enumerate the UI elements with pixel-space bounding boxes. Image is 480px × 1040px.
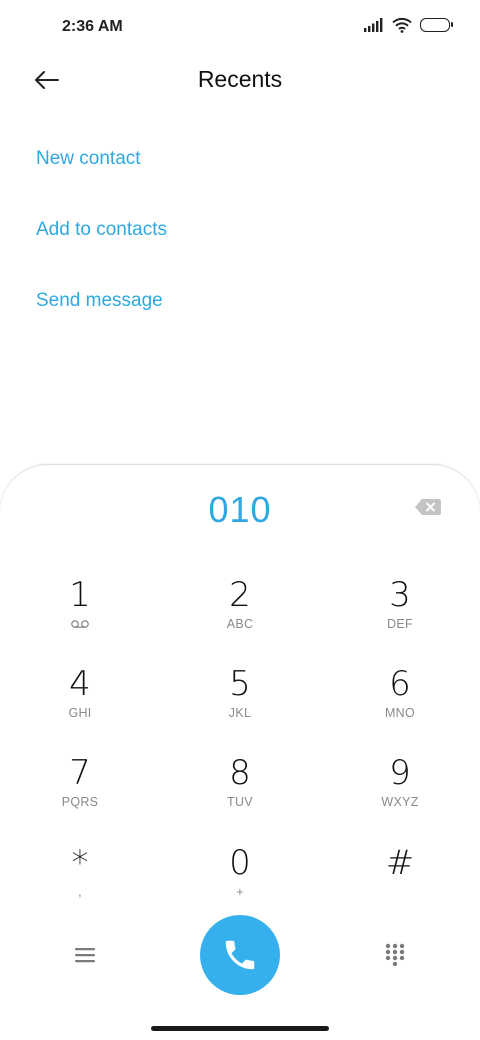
page-title: Recents [197,66,283,92]
key-digit: 9 [389,753,411,793]
key-letters: JKL [228,706,252,720]
key-digit: 8 [229,753,251,793]
status-bar: 2:36 AM [0,0,480,56]
signal-icon [364,18,383,32]
menu-icon [75,948,95,963]
key-1[interactable]: 1 [20,575,140,655]
status-time: 2:36 AM [62,18,123,35]
key-letters: + [236,885,244,899]
dialer-panel: 010 1 2 ABC 3 DEF 4 GHI 5 JKL 6 MNO 7 PQ… [0,465,480,1040]
key-5[interactable]: 5 JKL [180,664,300,744]
key-digit: * [71,843,89,883]
key-hash[interactable]: # [340,843,460,923]
key-digit: 5 [229,664,251,704]
key-8[interactable]: 8 TUV [180,753,300,833]
key-letters: ABC [226,617,254,631]
header: Recents [0,56,480,108]
key-6[interactable]: 6 MNO [340,664,460,744]
key-letters: MNO [384,706,416,720]
key-9[interactable]: 9 WXYZ [340,753,460,833]
key-digit: 1 [69,575,91,615]
add-to-contacts-action[interactable]: Add to contacts [36,219,167,241]
wifi-icon [392,17,412,33]
status-icons [364,17,453,33]
key-digit: 6 [389,664,411,704]
key-7[interactable]: 7 PQRS [20,753,140,833]
key-digit: # [385,843,415,883]
key-digit: 0 [229,843,251,883]
battery-icon [420,18,453,32]
key-digit: 4 [69,664,91,704]
phone-icon [225,940,255,970]
new-contact-action[interactable]: New contact [36,148,141,170]
key-digit: 3 [389,575,411,615]
send-message-action[interactable]: Send message [36,290,163,312]
key-letters: PQRS [61,795,99,809]
key-letters: WXYZ [381,795,419,809]
key-letters: DEF [387,617,413,631]
key-digit: 2 [229,575,251,615]
keypad-toggle-button[interactable] [380,940,410,970]
key-letters: , [78,885,82,899]
dialpad-icon [385,943,405,967]
backspace-button[interactable] [414,497,442,517]
key-letters: TUV [227,795,253,809]
key-letters: GHI [68,706,92,720]
call-button[interactable] [200,915,280,995]
dialer-bottom-bar [0,915,480,1005]
menu-button[interactable] [70,940,100,970]
key-0[interactable]: 0 + [180,843,300,923]
voicemail-icon [71,620,89,628]
dialed-number: 010 [208,489,272,530]
backspace-icon [415,499,441,515]
key-2[interactable]: 2 ABC [180,575,300,655]
key-3[interactable]: 3 DEF [340,575,460,655]
home-indicator[interactable] [151,1026,329,1031]
key-star[interactable]: * , [20,843,140,923]
key-digit: 7 [69,753,91,793]
key-4[interactable]: 4 GHI [20,664,140,744]
